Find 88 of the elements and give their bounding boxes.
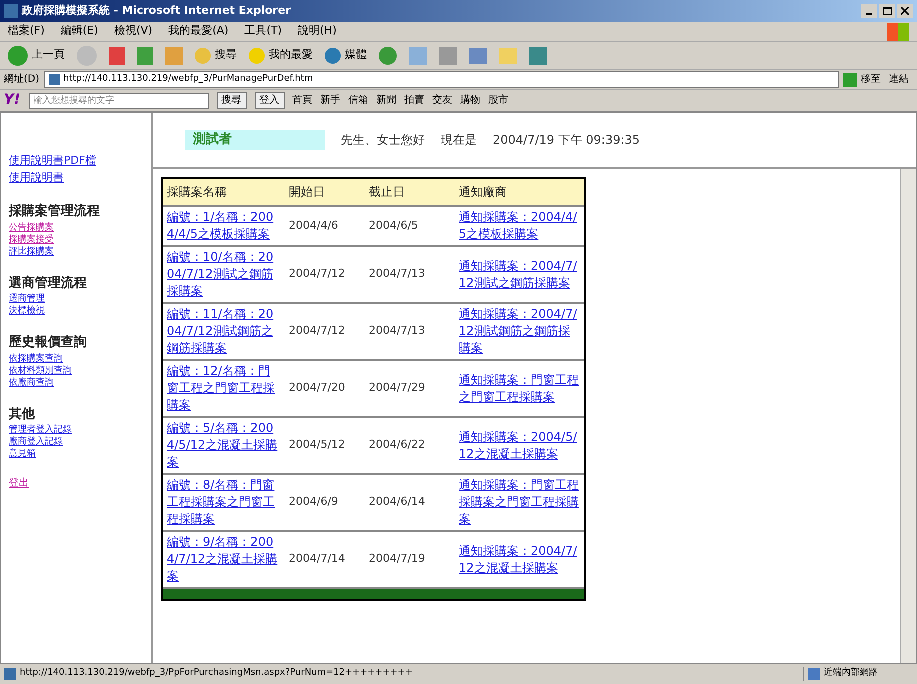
sidebar-link[interactable]: 管理者登入記錄 (9, 424, 151, 436)
table-cell-text: 2004/7/12 (288, 266, 346, 282)
close-button[interactable] (897, 4, 913, 18)
section-heading: 其他 (9, 406, 36, 424)
menu-item[interactable]: 檔案(F) (8, 23, 45, 40)
section-heading: 歷史報價查詢 (9, 334, 88, 352)
menu-item[interactable]: 工具(T) (244, 23, 282, 40)
sidebar-link[interactable]: 選商管理 (9, 293, 151, 305)
now-label: 現在是 (441, 132, 477, 149)
search-field[interactable]: 輸入您想搜尋的文字 (28, 92, 209, 108)
purchase-case-link[interactable]: 編號：10/名稱：2004/7/12測試之鋼筋採購案 (167, 249, 281, 300)
purchase-case-link[interactable]: 編號：9/名稱：2004/7/12之混凝土採購案 (167, 534, 281, 585)
yahoo-toolbar-link[interactable]: 首頁 (292, 93, 313, 108)
table-cell-text: 2004/7/19 (368, 551, 426, 568)
yahoo-toolbar-link[interactable]: 拍賣 (404, 93, 425, 108)
menu-item[interactable]: 編輯(E) (60, 23, 98, 40)
table-cell-text: 2004/5/12 (288, 437, 346, 454)
notify-vendor-link[interactable]: 通知採購案：2004/7/12之混凝土採購案 (459, 542, 580, 576)
status-url: http://140.113.130.219/webfp_3/PpForPurchasingMsn.aspx?PurNum=12+++++++++ (20, 667, 413, 680)
notify-vendor-link[interactable]: 通知採購案：2004/7/12測試之鋼筋採購案 (459, 258, 580, 292)
table-cell-text: 2004/7/20 (288, 380, 346, 396)
logout-link[interactable]: 登出 (9, 476, 151, 491)
column-header: 採購案名稱 (166, 184, 228, 201)
notify-vendor-link[interactable]: 通知採購案：門窗工程採購案之門窗工程採購案 (459, 477, 580, 528)
sidebar-link[interactable]: 依廠商查詢 (9, 376, 151, 388)
greeting: 先生、女士您好 (341, 132, 425, 149)
column-header: 截止日 (368, 184, 406, 201)
yahoo-toolbar-link[interactable]: 新聞 (376, 93, 397, 108)
column-header: 通知廠商 (458, 184, 508, 201)
sidebar-link[interactable]: 評比採購案 (9, 246, 151, 258)
table-cell-text: 2004/6/14 (368, 494, 426, 510)
minimize-button[interactable] (861, 4, 877, 18)
yahoo-toolbar-link[interactable]: 信箱 (348, 93, 369, 108)
sidebar-link[interactable]: 使用說明書PDF檔 (9, 153, 151, 170)
table-cell-text: 2004/7/29 (368, 380, 426, 396)
table-cell-text: 2004/6/22 (368, 437, 426, 454)
security-zone: 近端內部網路 (824, 667, 878, 680)
sidebar-link[interactable]: 依採購案查詢 (9, 352, 151, 364)
sidebar-link[interactable]: 廠商登入記錄 (9, 436, 151, 448)
table-cell-text: 2004/7/13 (368, 323, 426, 340)
maximize-button[interactable] (879, 4, 895, 18)
table-cell-text: 2004/4/6 (288, 218, 340, 234)
purchase-case-link[interactable]: 編號：12/名稱：門窗工程之門窗工程採購案 (167, 363, 281, 414)
current-datetime: 2004/7/19 下午 09:39:35 (493, 132, 640, 149)
yahoo-toolbar-link[interactable]: 股市 (488, 93, 509, 108)
menu-item[interactable]: 說明(H) (298, 23, 337, 40)
yahoo-logo: Y! (4, 91, 21, 110)
go-button[interactable]: 移至 (843, 72, 881, 87)
table-cell-text: 2004/6/5 (368, 218, 420, 234)
favorites-button[interactable]: 我的最愛 (249, 47, 313, 64)
sidebar-link[interactable]: 使用說明書 (9, 170, 151, 186)
purchase-case-link[interactable]: 編號：11/名稱：2004/7/12測試鋼筋之鋼筋採購案 (167, 306, 281, 357)
links-button[interactable]: 連結 (885, 72, 913, 87)
user-name: 測試者 (185, 130, 325, 150)
window-title: 政府採購模擬系統 - Microsoft Internet Explorer (22, 2, 291, 19)
notify-vendor-link[interactable]: 通知採購案：門窗工程之門窗工程採購案 (459, 372, 580, 406)
yahoo-toolbar-link[interactable]: 購物 (460, 93, 481, 108)
login-button[interactable]: 登入 (254, 92, 285, 109)
column-header: 開始日 (288, 184, 326, 201)
table-cell-text: 2004/7/12 (288, 323, 346, 340)
menu-item[interactable]: 我的最愛(A) (168, 23, 229, 40)
sidebar-link[interactable]: 公告採購案 (9, 222, 151, 234)
sidebar-link[interactable]: 依材料類別查詢 (9, 364, 151, 376)
sidebar-link[interactable]: 決標檢視 (9, 305, 151, 317)
address-field[interactable]: http://140.113.130.219/webfp_3/PurManagePurDef.htm (44, 71, 839, 88)
table-cell-text: 2004/7/14 (288, 551, 346, 568)
table-cell-text: 2004/6/9 (288, 494, 340, 510)
menu-item[interactable]: 檢視(V) (114, 23, 153, 40)
purchase-case-link[interactable]: 編號：5/名稱：2004/5/12之混凝土採購案 (167, 420, 281, 471)
sidebar-link[interactable]: 意見箱 (9, 448, 151, 460)
back-button[interactable]: 上一頁 (8, 46, 65, 66)
purchase-case-link[interactable]: 編號：1/名稱：2004/4/5之模板採購案 (167, 209, 281, 243)
scrollbar[interactable] (900, 169, 916, 663)
sidebar-link[interactable]: 採購案接受 (9, 234, 151, 246)
section-heading: 採購案管理流程 (9, 202, 101, 221)
notify-vendor-link[interactable]: 通知採購案：2004/7/12測試鋼筋之鋼筋採購案 (459, 306, 580, 357)
yahoo-toolbar-link[interactable]: 新手 (320, 93, 341, 108)
table-cell-text: 2004/7/13 (368, 266, 426, 282)
notify-vendor-link[interactable]: 通知採購案：2004/4/5之模板採購案 (459, 209, 580, 243)
section-heading: 選商管理流程 (9, 274, 88, 292)
address-label: 網址(D) (4, 72, 40, 87)
notify-vendor-link[interactable]: 通知採購案：2004/5/12之混凝土採購案 (459, 428, 580, 462)
close-icon (901, 7, 909, 15)
search-button[interactable]: 搜尋 (195, 47, 237, 64)
search-button[interactable]: 搜尋 (216, 92, 247, 109)
media-button[interactable]: 媒體 (325, 47, 367, 64)
purchase-case-link[interactable]: 編號：8/名稱：門窗工程採購案之門窗工程採購案 (167, 477, 281, 528)
yahoo-toolbar-link[interactable]: 交友 (432, 93, 453, 108)
